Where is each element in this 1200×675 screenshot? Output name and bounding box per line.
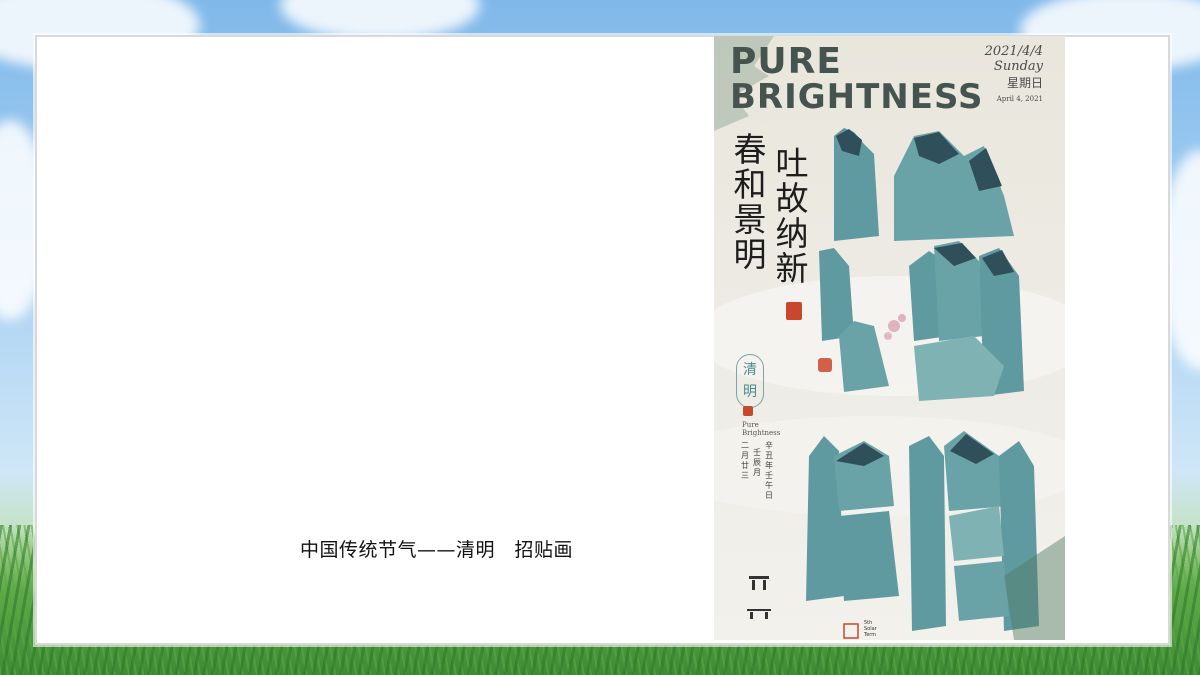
poster-artwork bbox=[714, 36, 1065, 640]
lunar-date-column-1: 二月廿三 bbox=[741, 441, 749, 480]
calligraphy-column-2: 吐故纳新 bbox=[775, 144, 809, 288]
solar-term-label: 5th Solar Term bbox=[834, 620, 877, 638]
mountain-group-lower bbox=[806, 431, 1039, 631]
cloud bbox=[280, 0, 480, 40]
badge-seal bbox=[743, 406, 753, 416]
poster-date-block: 2021/4/4 Sunday 星期日 April 4, 2021 bbox=[985, 44, 1043, 103]
poster-subtitle-line1: Pure bbox=[742, 421, 759, 429]
poster-subtitle-line2: Brightness bbox=[742, 429, 781, 437]
calligraphy-seal bbox=[786, 302, 802, 320]
qingming-poster: PURE BRIGHTNESS 2021/4/4 Sunday 星期日 Apri… bbox=[714, 36, 1065, 640]
qingming-badge: 清明 bbox=[736, 354, 764, 408]
poster-title-pure: PURE bbox=[730, 41, 842, 82]
calligraphy-column-1: 春和景明 bbox=[733, 130, 767, 274]
solar-term-label-line2: Solar Term bbox=[864, 626, 877, 638]
lunar-date-column-2: 壬辰月 bbox=[753, 448, 761, 477]
poster-date-numeric: 2021/4/4 bbox=[984, 44, 1043, 59]
lunar-date-column-3: 辛丑年壬午日 bbox=[765, 441, 773, 500]
poster-date-en: April 4, 2021 bbox=[996, 95, 1043, 103]
poster-weekday-en: Sunday bbox=[993, 59, 1043, 74]
mountain-group-upper bbox=[819, 128, 1024, 401]
poster-weekday-cn: 星期日 bbox=[1006, 76, 1043, 90]
slide-caption: 中国传统节气——清明 招贴画 bbox=[300, 539, 574, 561]
poster-title-brightness: BRIGHTNESS bbox=[730, 77, 984, 117]
poster-subtitle: Pure Brightness bbox=[742, 421, 780, 437]
